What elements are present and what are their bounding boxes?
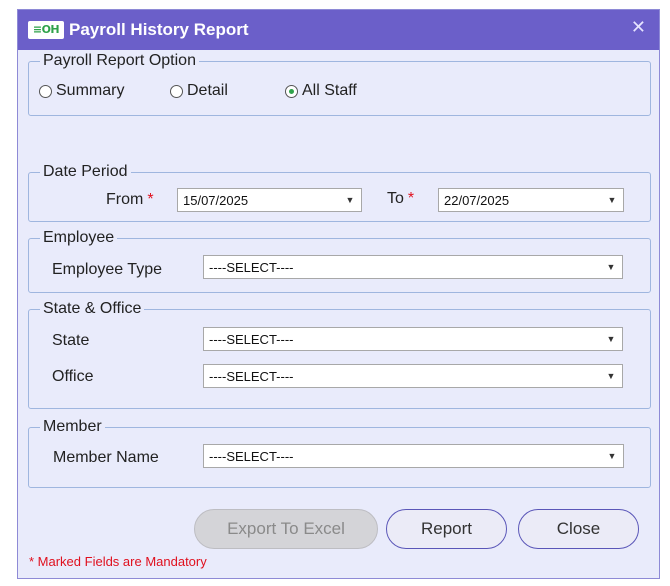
to-label-text: To — [387, 190, 404, 207]
to-label: To * — [387, 190, 414, 208]
member-legend: Member — [43, 418, 102, 435]
state-select[interactable]: ----SELECT---- ▼ — [203, 327, 623, 351]
close-button[interactable]: Close — [518, 509, 639, 549]
chevron-down-icon[interactable]: ▼ — [342, 192, 358, 208]
radio-detail-circle[interactable] — [170, 84, 183, 98]
radio-summary[interactable]: Summary — [39, 82, 124, 100]
radio-summary-circle[interactable] — [39, 84, 52, 98]
export-to-excel-button: Export To Excel — [194, 509, 378, 549]
from-date-value: 15/07/2025 — [183, 193, 249, 208]
app-logo: ≡OH — [28, 21, 64, 39]
radio-all-staff[interactable]: All Staff — [285, 82, 357, 100]
chevron-down-icon[interactable]: ▼ — [603, 368, 619, 384]
office-label: Office — [52, 368, 94, 385]
state-value: ----SELECT---- — [209, 332, 294, 347]
chevron-down-icon[interactable]: ▼ — [604, 192, 620, 208]
member-name-label: Member Name — [53, 449, 159, 466]
window-title: Payroll History Report — [69, 20, 249, 39]
chevron-down-icon[interactable]: ▼ — [604, 448, 620, 464]
report-option-legend: Payroll Report Option — [43, 52, 196, 69]
report-button[interactable]: Report — [386, 509, 507, 549]
member-name-select[interactable]: ----SELECT---- ▼ — [203, 444, 624, 468]
employee-legend: Employee — [43, 229, 115, 246]
payroll-history-window: ≡OH Payroll History Report ✕ Payroll Rep… — [17, 9, 660, 579]
radio-all-staff-circle[interactable] — [285, 84, 298, 98]
member-name-value: ----SELECT---- — [209, 449, 294, 464]
to-required-mark: * — [407, 190, 415, 207]
from-date-picker[interactable]: 15/07/2025 ▼ — [177, 188, 362, 212]
employee-type-label: Employee Type — [52, 261, 162, 278]
close-icon[interactable]: ✕ — [631, 17, 646, 38]
to-date-picker[interactable]: 22/07/2025 ▼ — [438, 188, 624, 212]
from-label: From * — [106, 191, 154, 209]
title-bar: ≡OH Payroll History Report ✕ — [18, 10, 659, 50]
office-select[interactable]: ----SELECT---- ▼ — [203, 364, 623, 388]
chevron-down-icon[interactable]: ▼ — [603, 259, 619, 275]
from-required-mark: * — [147, 191, 154, 208]
office-value: ----SELECT---- — [209, 369, 294, 384]
employee-type-select[interactable]: ----SELECT---- ▼ — [203, 255, 623, 279]
radio-detail[interactable]: Detail — [170, 82, 228, 100]
chevron-down-icon[interactable]: ▼ — [603, 331, 619, 347]
date-period-legend: Date Period — [43, 163, 128, 180]
state-office-group: State & Office — [28, 300, 651, 409]
from-label-text: From — [106, 191, 144, 208]
mandatory-note: * Marked Fields are Mandatory — [29, 554, 207, 569]
radio-summary-label: Summary — [56, 82, 125, 99]
to-date-value: 22/07/2025 — [444, 193, 510, 208]
radio-detail-label: Detail — [187, 82, 228, 99]
employee-type-value: ----SELECT---- — [209, 260, 294, 275]
radio-all-staff-label: All Staff — [302, 82, 357, 99]
state-label: State — [52, 332, 90, 349]
state-office-legend: State & Office — [43, 300, 142, 317]
